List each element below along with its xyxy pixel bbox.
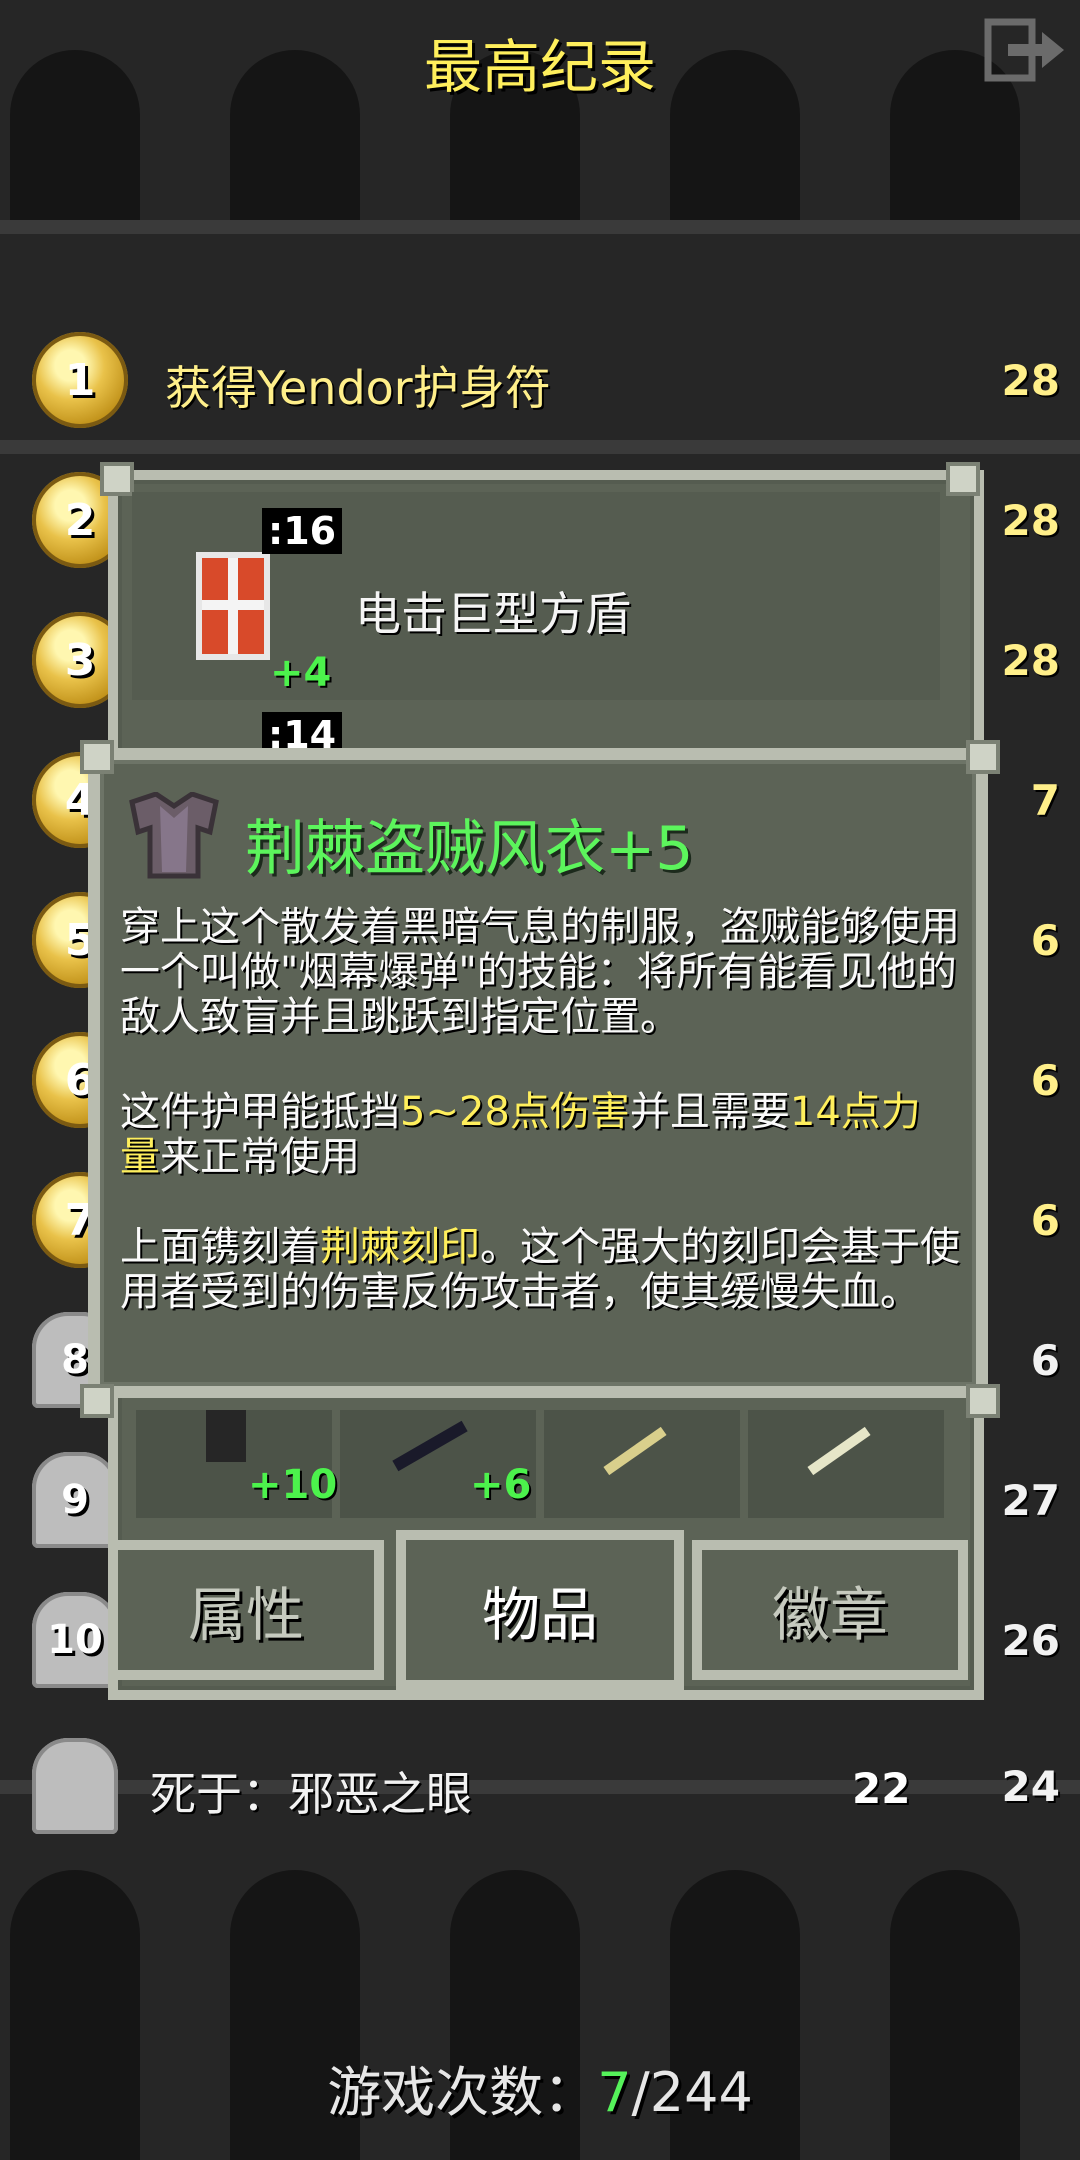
- wand-icon: [392, 1420, 468, 1472]
- tab-label: 属性: [187, 1581, 304, 1649]
- window-corner: [80, 740, 114, 774]
- tab-items[interactable]: 物品: [396, 1530, 684, 1690]
- window-corner: [966, 1384, 1000, 1418]
- item-description: 穿上这个散发着黑暗气息的制服，盗贼能够使用一个叫做"烟幕爆弹"的技能：将所有能看…: [120, 904, 960, 1040]
- exit-icon[interactable]: [984, 18, 1066, 82]
- tab-label: 物品: [481, 1581, 598, 1649]
- record-depth: 22: [852, 1764, 911, 1813]
- shield-icon: [196, 552, 270, 660]
- window-corner: [80, 1384, 114, 1418]
- tab-label: 徽章: [771, 1581, 888, 1649]
- window-corner: [966, 740, 1000, 774]
- slot-wand[interactable]: +6: [340, 1410, 536, 1518]
- equipment-slots: +10 +6: [136, 1410, 944, 1520]
- tombstone-icon[interactable]: 9: [32, 1452, 118, 1548]
- games-played: 游戏次数：7/244: [327, 2061, 753, 2124]
- item-name: 电击巨型方盾: [355, 587, 631, 641]
- record-description[interactable]: 死于：邪恶之眼: [150, 1758, 472, 1824]
- window-corner: [100, 462, 134, 496]
- slot-weapon-1[interactable]: [544, 1410, 740, 1518]
- blade-icon: [603, 1426, 667, 1476]
- window-corner: [946, 462, 980, 496]
- record-level: 24: [1001, 1762, 1060, 1811]
- tombstone-icon[interactable]: 10: [32, 1592, 118, 1688]
- slot-armor[interactable]: +10: [136, 1410, 337, 1518]
- slot-bonus: +6: [470, 1462, 532, 1508]
- item-bonus: +4: [270, 650, 332, 696]
- tab-stats[interactable]: 属性: [108, 1540, 384, 1680]
- tombstone-icon[interactable]: [32, 1738, 118, 1834]
- record-description[interactable]: 获得Yendor护身符: [165, 352, 551, 418]
- armor-icon: [129, 792, 219, 879]
- blade-icon: [807, 1426, 871, 1476]
- slot-weapon-2[interactable]: [748, 1410, 944, 1518]
- gold-medal-icon[interactable]: 1: [32, 332, 128, 428]
- page-title: 最高纪录: [423, 33, 656, 101]
- record-level: 28: [1001, 356, 1060, 405]
- item-stats-text: 这件护甲能抵挡5~28点伤害并且需要14点力量来正常使用: [120, 1089, 921, 1180]
- item-strength: :16: [262, 508, 343, 554]
- tab-badges[interactable]: 徽章: [692, 1540, 968, 1680]
- item-glyph-text: 上面镌刻着荆棘刻印。这个强大的刻印会基于使用者受到的伤害反伤攻击者，使其缓慢失血…: [120, 1224, 960, 1315]
- item-title: 荆棘盗贼风衣+5: [245, 814, 694, 884]
- armor-silhouette-icon: [206, 1410, 246, 1462]
- slot-bonus: +10: [248, 1462, 338, 1508]
